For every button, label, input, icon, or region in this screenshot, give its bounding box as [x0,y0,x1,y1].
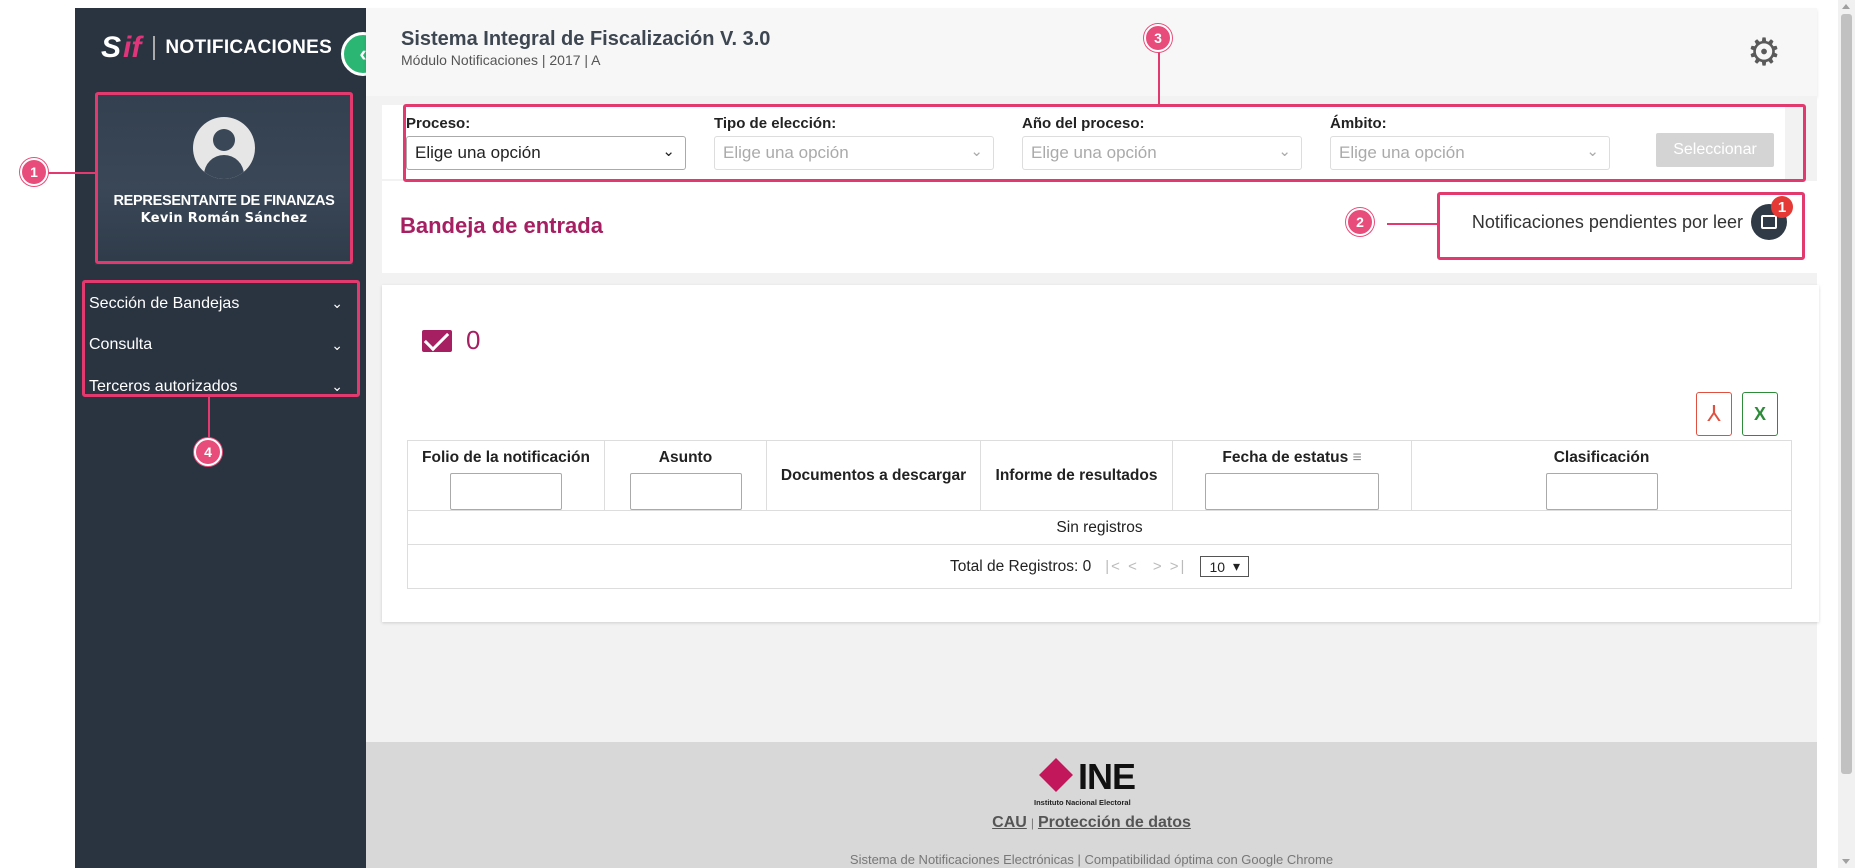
footer: INE Instituto Nacional Electoral CAU | Pro… [366,742,1817,868]
marker-3: 3 [1144,24,1172,52]
empty-message: Sin registros [407,510,1792,545]
column-label: Folio de la notificación [422,449,590,466]
col-asunto: Asunto [604,440,767,511]
marker-line [1387,223,1437,225]
mail-count: 0 [466,325,481,355]
pager-row: Total de Registros: 0 |< < > >| 10 ▾ [407,544,1792,589]
column-label: Asunto [658,449,713,466]
cau-link[interactable]: CAU [992,814,1027,831]
fecha-filter-input[interactable] [1205,473,1379,510]
ine-subtitle: Instituto Nacional Electoral [1034,798,1131,807]
page: S if NOTIFICACIONES ‹ REPRESENTANTE DE F… [0,0,1855,868]
sidebar-header: S if NOTIFICACIONES [75,8,366,88]
sif-logo: S if [101,31,141,65]
logo-if: if [123,31,142,64]
ine-logo: INE Instituto Nacional Electoral [1034,756,1164,807]
first-prev-page-icon[interactable]: |< < [1105,558,1139,575]
column-label: Documentos a descargar [780,466,967,484]
scroll-down-icon[interactable] [1842,859,1850,864]
column-label: Fecha de estatus [1222,449,1349,466]
col-fecha-estatus[interactable]: Fecha de estatus ≡ [1172,440,1412,511]
marker-2: 2 [1346,208,1374,236]
scroll-thumb[interactable] [1841,14,1852,774]
app-module-title: NOTIFICACIONES [165,37,333,58]
footer-links: CAU | Protección de datos [366,814,1817,832]
total-records: Total de Registros: 0 [949,557,1092,575]
highlight-profile [95,92,353,264]
marker-line [48,172,95,174]
page-subtitle: Módulo Notificaciones | 2017 | A [401,52,601,68]
page-scrollbar[interactable] [1838,0,1855,868]
page-size-value: 10 [1209,558,1226,575]
marker-line [1158,52,1160,104]
envelope-icon [422,329,452,352]
export-excel-icon[interactable]: X [1742,392,1778,436]
marker-1: 1 [20,158,48,186]
col-folio: Folio de la notificación [407,440,605,511]
sort-icon[interactable]: ≡ [1353,449,1362,466]
ine-diamond-icon [1039,758,1073,792]
logo-divider [153,36,156,60]
notifications-table: Folio de la notificación Asunto Document… [407,440,1792,589]
notifications-card: 0 ⅄ X Folio de la notificación Asunto Do… [382,285,1819,622]
page-size-select[interactable]: 10 ▾ [1200,556,1250,577]
asunto-filter-input[interactable] [629,473,742,510]
col-clasificacion: Clasificación [1411,440,1792,511]
next-last-page-icon[interactable]: > >| [1153,558,1187,575]
scroll-up-icon[interactable] [1842,4,1850,9]
top-header: Sistema Integral de Fiscalización V. 3.0… [366,8,1817,96]
privacy-link[interactable]: Protección de datos [1038,814,1191,831]
mail-counter: 0 [422,325,480,356]
footer-note: Sistema de Notificaciones Electrónicas |… [849,852,1334,867]
gear-icon[interactable]: ⚙ [1747,33,1787,73]
link-separator: | [1030,816,1034,830]
page-title: Sistema Integral de Fiscalización V. 3.0 [401,28,771,50]
inbox-title: Bandeja de entrada [400,213,603,238]
empty-row: Sin registros [407,510,1792,545]
caret-down-icon: ▾ [1233,558,1241,574]
logo-s: S [101,31,122,64]
table-header-row: Folio de la notificación Asunto Document… [407,440,1792,511]
highlight-menu [82,280,360,397]
clasificacion-filter-input[interactable] [1545,473,1658,510]
col-documentos: Documentos a descargar [766,440,981,511]
marker-line [208,397,210,439]
column-label: Informe de resultados [995,466,1158,484]
column-label: Clasificación [1553,449,1650,466]
pager: Total de Registros: 0 |< < > >| 10 ▾ [408,556,1791,577]
export-pdf-icon[interactable]: ⅄ [1696,392,1732,436]
col-informe: Informe de resultados [980,440,1173,511]
marker-4: 4 [194,438,222,466]
highlight-filters [403,104,1806,182]
highlight-pending [1437,192,1805,260]
ine-wordmark: INE [1078,756,1136,797]
folio-filter-input[interactable] [450,473,562,510]
